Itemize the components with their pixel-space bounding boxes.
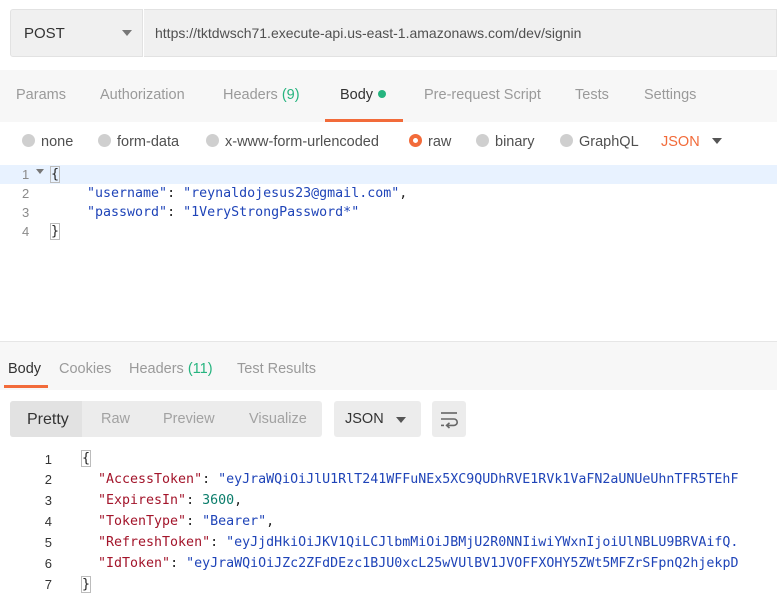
radio-icon — [98, 134, 111, 147]
radio-icon — [206, 134, 219, 147]
request-tabs: Params Authorization Headers (9) Body Pr… — [0, 70, 777, 122]
response-toolbar: Pretty Raw Preview Visualize JSON — [0, 390, 777, 446]
radio-x-www-form-urlencoded[interactable]: x-www-form-urlencoded — [206, 134, 379, 150]
chevron-down-icon — [396, 417, 406, 423]
tab-tests[interactable]: Tests — [575, 87, 609, 103]
response-format-select[interactable]: JSON — [334, 401, 421, 437]
radio-form-data[interactable]: form-data — [98, 134, 179, 150]
radio-raw[interactable]: raw — [409, 134, 451, 150]
tab-authorization[interactable]: Authorization — [100, 87, 185, 103]
tab-pre-request-script[interactable]: Pre-request Script — [424, 87, 541, 103]
response-line-1: { — [80, 450, 92, 467]
line-number: 3 — [44, 493, 52, 508]
response-tabs: Body Cookies Headers (11) Test Results — [0, 342, 777, 390]
response-line-2: "AccessToken": "eyJraWQiOiJlU1RlT241WFFu… — [98, 472, 739, 487]
view-pretty-button[interactable]: Pretty — [10, 401, 82, 437]
active-line-highlight — [0, 165, 777, 184]
view-visualize-button[interactable]: Visualize — [249, 411, 307, 427]
headers-count: (11) — [187, 361, 213, 377]
line-number: 1 — [22, 167, 30, 182]
line-number: 2 — [22, 186, 30, 201]
headers-count: (9) — [281, 87, 300, 103]
method-select[interactable]: POST — [10, 9, 143, 57]
radio-binary[interactable]: binary — [476, 134, 535, 150]
radio-icon — [560, 134, 573, 147]
radio-icon — [22, 134, 35, 147]
body-indicator-dot — [378, 90, 387, 98]
line-number: 7 — [44, 577, 52, 592]
response-line-4: "TokenType": "Bearer", — [98, 514, 275, 529]
line-number: 1 — [44, 452, 52, 467]
line-number: 2 — [44, 472, 52, 487]
wrap-lines-button[interactable] — [432, 401, 466, 437]
response-line-3: "ExpiresIn": 3600, — [98, 493, 243, 508]
code-line-4: } — [49, 223, 61, 240]
response-line-7: } — [80, 576, 92, 593]
request-bar: POST https://tktdwsch71.execute-api.us-e… — [10, 9, 777, 57]
code-line-1: { — [49, 166, 61, 183]
tab-settings[interactable]: Settings — [644, 87, 696, 103]
response-tab-test-results[interactable]: Test Results — [237, 361, 316, 377]
request-body-editor[interactable]: 1 2 3 4 { "username": "reynaldojesus23@g… — [0, 164, 777, 342]
code-line-3: "password": "1VeryStrongPassword*" — [87, 205, 360, 220]
line-number: 6 — [44, 556, 52, 571]
response-tab-cookies[interactable]: Cookies — [59, 361, 111, 377]
line-number: 4 — [22, 224, 30, 239]
tab-params[interactable]: Params — [16, 87, 66, 103]
url-text: https://tktdwsch71.execute-api.us-east-1… — [155, 25, 582, 41]
url-input[interactable]: https://tktdwsch71.execute-api.us-east-1… — [144, 9, 777, 57]
chevron-down-icon — [711, 138, 722, 144]
body-type-options: none form-data x-www-form-urlencoded raw… — [0, 122, 777, 164]
chevron-down-icon — [122, 30, 132, 36]
response-line-6: "IdToken": "eyJraWQiOiJZc2ZFdDEzc1BJU0xc… — [98, 556, 739, 571]
view-raw-button[interactable]: Raw — [101, 411, 130, 427]
radio-graphql[interactable]: GraphQL — [560, 134, 639, 150]
view-preview-button[interactable]: Preview — [163, 411, 215, 427]
line-number: 3 — [22, 205, 30, 220]
active-tab-underline — [4, 385, 48, 388]
radio-selected-icon — [409, 134, 422, 147]
wrap-lines-icon — [441, 412, 458, 429]
response-tab-headers[interactable]: Headers (11) — [129, 361, 213, 377]
radio-none[interactable]: none — [22, 134, 73, 150]
response-line-5: "RefreshToken": "eyJjdHkiOiJKV1QiLCJlbmM… — [98, 535, 739, 550]
method-label: POST — [24, 25, 65, 42]
code-line-2: "username": "reynaldojesus23@gmail.com", — [87, 186, 408, 201]
body-format-select[interactable]: JSON — [661, 134, 722, 150]
line-number: 5 — [44, 535, 52, 550]
tab-headers[interactable]: Headers (9) — [223, 87, 300, 103]
tab-body[interactable]: Body — [340, 87, 387, 103]
fold-arrow-icon[interactable] — [36, 169, 44, 174]
line-number: 4 — [44, 514, 52, 529]
response-view-modes: Pretty Raw Preview Visualize — [10, 401, 322, 437]
response-tab-body[interactable]: Body — [8, 361, 41, 377]
radio-icon — [476, 134, 489, 147]
response-body[interactable]: 1 2 3 4 5 6 7 { "AccessToken": "eyJraWQi… — [0, 446, 777, 609]
